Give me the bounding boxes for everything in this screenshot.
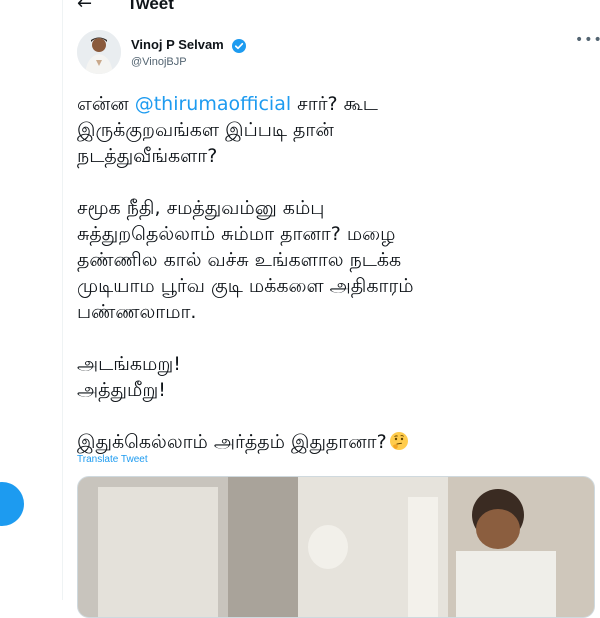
translate-tweet-link[interactable]: Translate Tweet: [77, 454, 148, 465]
author-handle: @VinojBJP: [131, 56, 187, 68]
tweet-text-line: சுத்துறதெல்லாம் சும்மா தானா? மழை: [77, 223, 396, 245]
tweet-text-line: சார்? கூட: [291, 93, 378, 115]
verified-badge-icon: [231, 38, 246, 53]
author-name[interactable]: Vinoj P Selvam: [131, 36, 224, 53]
tweet-text-line: இதுக்கெல்லாம் அர்த்தம் இதுதானா?: [77, 431, 387, 453]
tweet-media[interactable]: [77, 476, 595, 618]
page-title: Tweet: [127, 0, 174, 13]
avatar[interactable]: [77, 30, 121, 74]
tweet-text-line: இருக்குறவங்கள இப்படி தான்: [77, 119, 334, 141]
tweet-text-line: அத்துமீறு!: [77, 379, 166, 401]
page-header: ← Tweet: [63, 0, 600, 22]
tweet-text-line: சமூக நீதி, சமத்துவம்னு கம்பு: [77, 197, 325, 219]
tweet-text-line: முடியாம பூர்வ குடி மக்களை அதிகாரம்: [77, 275, 414, 297]
left-navigation: [0, 0, 62, 600]
tweet-paragraph: அடங்கமறு! அத்துமீறு!: [77, 351, 567, 403]
tweet-text-line: தண்ணில கால் வச்சு உங்களால நடக்க: [77, 249, 402, 271]
more-options-icon[interactable]: •••: [575, 32, 600, 48]
tweet-paragraph: சமூக நீதி, சமத்துவம்னு கம்பு சுத்துறதெல்ல…: [77, 195, 567, 325]
tweet-paragraph: என்ன @thirumaofficial சார்? கூட இருக்குறவ…: [77, 91, 567, 169]
tweet-text-line: பண்ணலாமா.: [77, 301, 197, 323]
thinking-face-icon: [389, 431, 409, 451]
tweet-detail-column: ← Tweet Vinoj P Selvam @VinojBJP ••• என்…: [62, 0, 600, 618]
tweet-text: என்ன @thirumaofficial சார்? கூட இருக்குறவ…: [77, 91, 567, 481]
tweet-text-line: அடங்கமறு!: [77, 353, 181, 375]
tweet-author[interactable]: Vinoj P Selvam @VinojBJP: [131, 34, 246, 70]
tweet-paragraph: இதுக்கெல்லாம் அர்த்தம் இதுதானா?: [77, 429, 567, 455]
arrow-left-icon[interactable]: ←: [77, 0, 97, 14]
tweet-text-line: நடத்துவீங்களா?: [77, 145, 218, 167]
compose-tweet-button[interactable]: [0, 482, 24, 526]
mention-link[interactable]: @thirumaofficial: [135, 93, 291, 115]
tweet-text-line: என்ன: [77, 93, 135, 115]
